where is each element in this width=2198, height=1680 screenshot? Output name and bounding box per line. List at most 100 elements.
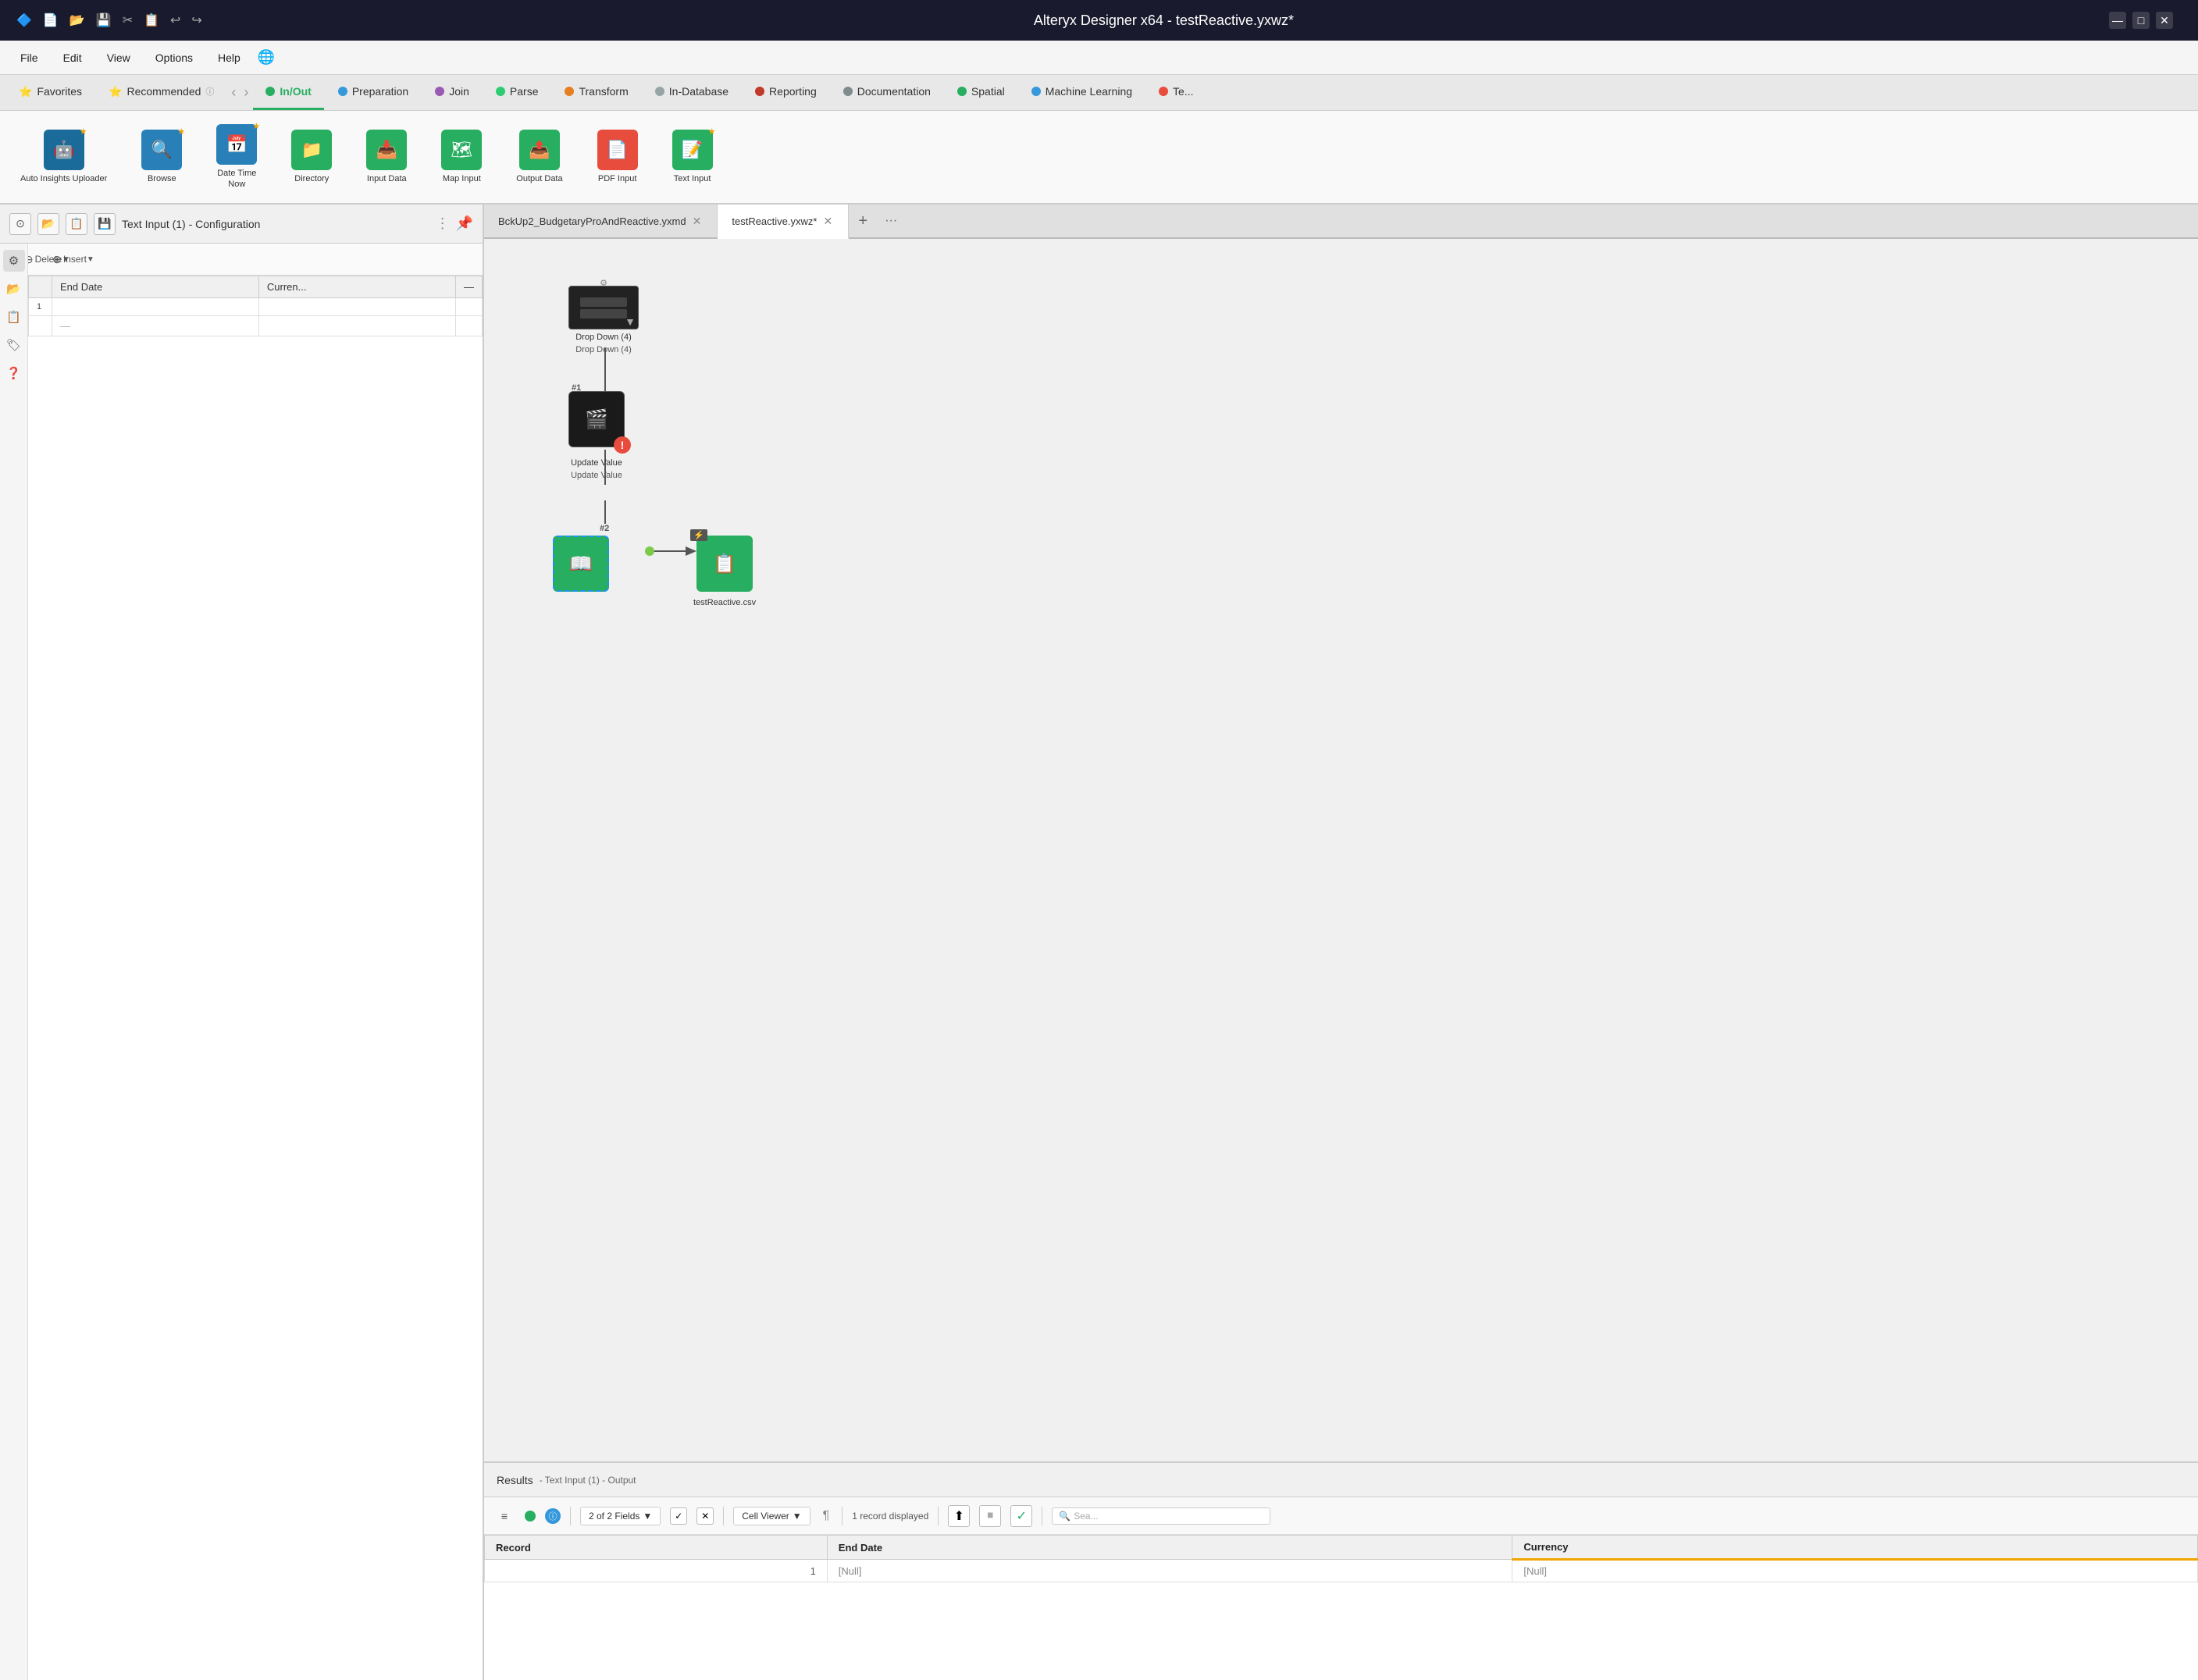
te-dot xyxy=(1159,87,1168,96)
tool-pdf-input[interactable]: 📄 PDF Input xyxy=(590,125,646,189)
map-input-icon: 🗺 xyxy=(441,130,482,170)
add-tab-btn[interactable]: + xyxy=(849,205,877,237)
tab-test-reactive[interactable]: testReactive.yxwz* ✕ xyxy=(718,205,849,239)
end-date-col-header[interactable]: End Date xyxy=(827,1536,1512,1560)
scroll-to-top-btn[interactable]: ⬆ xyxy=(948,1505,970,1527)
tab-recommended[interactable]: ⭐ Recommended ⓘ xyxy=(96,75,226,110)
tool-date-time-now[interactable]: 📅 ★ Date TimeNow xyxy=(208,119,265,195)
redo-icon[interactable]: ↪ xyxy=(187,11,205,30)
update-value-label-2: Update Value xyxy=(571,471,622,480)
config-save-btn[interactable]: 💾 xyxy=(94,213,116,235)
end-date-cell-1[interactable] xyxy=(52,298,259,316)
fields-dropdown-btn[interactable]: 2 of 2 Fields ▼ xyxy=(580,1507,661,1525)
text-input-node[interactable]: 📖 xyxy=(553,536,609,592)
results-list-icon[interactable]: ≡ xyxy=(493,1505,515,1527)
tab-in-out[interactable]: In/Out xyxy=(253,75,323,110)
new-file-icon[interactable]: 📄 xyxy=(39,11,62,30)
menu-help[interactable]: Help xyxy=(207,47,251,69)
tool-output-data[interactable]: 📤 Output Data xyxy=(508,125,570,189)
canvas-area[interactable]: ⚙ ▼ Drop Down (4) Drop Down (4) #1 xyxy=(484,239,2198,1461)
bckup2-close-btn[interactable]: ✕ xyxy=(691,213,704,230)
panel-pin-icon[interactable]: 📌 xyxy=(456,215,473,232)
end-date-header[interactable]: End Date xyxy=(52,276,259,298)
end-date-cell-2[interactable]: — xyxy=(52,316,259,336)
text-input-canvas-icon[interactable]: 📖 xyxy=(553,536,609,592)
menu-options[interactable]: Options xyxy=(144,47,204,69)
currency-cell-2[interactable] xyxy=(258,316,455,336)
text-input-label: Text Input xyxy=(674,173,711,184)
menu-edit[interactable]: Edit xyxy=(52,47,93,69)
search-label: Sea... xyxy=(1074,1511,1098,1522)
dropdown-node[interactable]: ⚙ ▼ Drop Down (4) Drop Down (4) xyxy=(568,286,639,354)
minimize-btn[interactable]: — xyxy=(2109,12,2126,29)
tab-documentation[interactable]: Documentation xyxy=(831,75,943,110)
close-btn[interactable]: ✕ xyxy=(2156,12,2173,29)
tool-input-data[interactable]: 📥 Input Data xyxy=(358,125,415,189)
currency-value-1[interactable]: [Null] xyxy=(1512,1560,2198,1582)
more-tabs-btn[interactable]: ··· xyxy=(877,205,905,237)
maximize-btn[interactable]: □ xyxy=(2132,12,2150,29)
save-icon[interactable]: 💾 xyxy=(92,11,116,30)
tab-join[interactable]: Join xyxy=(422,75,482,110)
tab-preparation[interactable]: Preparation xyxy=(326,75,421,110)
tab-te[interactable]: Te... xyxy=(1146,75,1206,110)
cell-viewer-btn[interactable]: Cell Viewer ▼ xyxy=(733,1507,810,1525)
record-col-header[interactable]: Record xyxy=(485,1536,828,1560)
tab-machine-learning[interactable]: Machine Learning xyxy=(1019,75,1145,110)
insert-dropdown-btn[interactable]: ⊕ Insert ▼ xyxy=(62,248,84,270)
record-cell-1: 1 xyxy=(485,1560,828,1582)
sidebar-folder-icon[interactable]: 📂 xyxy=(3,278,25,300)
sidebar-tag-icon[interactable]: 🏷 xyxy=(3,334,25,356)
currency-header[interactable]: Curren... xyxy=(258,276,455,298)
tab-favorites[interactable]: ⭐ Favorites xyxy=(6,75,94,110)
search-icon: 🔍 xyxy=(1059,1511,1071,1522)
results-divider-3 xyxy=(842,1507,843,1525)
config-copy-btn[interactable]: 📋 xyxy=(66,213,87,235)
tab-reporting[interactable]: Reporting xyxy=(743,75,829,110)
menu-file[interactable]: File xyxy=(9,47,49,69)
run-btn[interactable]: ✓ xyxy=(1010,1505,1032,1527)
ribbon-nav-left[interactable]: ‹ xyxy=(228,84,239,101)
tab-parse[interactable]: Parse xyxy=(483,75,551,110)
extra-header[interactable]: — xyxy=(456,276,483,298)
tool-directory[interactable]: 📁 Directory xyxy=(283,125,340,189)
currency-col-header[interactable]: Currency xyxy=(1512,1536,2198,1560)
cell-viewer-arrow: ▼ xyxy=(793,1511,802,1522)
globe-icon[interactable]: 🌐 xyxy=(255,46,278,69)
results-title: Results xyxy=(497,1474,533,1486)
config-settings-btn[interactable]: ⊙ xyxy=(9,213,31,235)
open-icon[interactable]: 📂 xyxy=(66,11,89,30)
tab-in-database[interactable]: In-Database xyxy=(643,75,741,110)
currency-cell-1[interactable] xyxy=(258,298,455,316)
end-date-value-1[interactable]: [Null] xyxy=(827,1560,1512,1582)
tool-auto-insights[interactable]: 🤖 ★ Auto Insights Uploader xyxy=(12,125,115,189)
dropdown-icon[interactable]: ▼ xyxy=(568,286,639,329)
config-open-btn[interactable]: 📂 xyxy=(37,213,59,235)
results-check-icon-1[interactable]: ✓ xyxy=(670,1507,687,1525)
output-canvas-icon[interactable]: 📋 xyxy=(696,536,753,592)
tab-spatial[interactable]: Spatial xyxy=(945,75,1017,110)
title-bar: 🔷 📄 📂 💾 ✂ 📋 ↩ ↪ Alteryx Designer x64 - t… xyxy=(0,0,2198,41)
join-dot xyxy=(435,87,444,96)
stop-btn[interactable]: ⏹ xyxy=(979,1505,1001,1527)
tool-browse[interactable]: 🔍 ★ Browse xyxy=(134,125,190,189)
undo-icon[interactable]: ↩ xyxy=(166,11,184,30)
tool-map-input[interactable]: 🗺 Map Input xyxy=(433,125,490,189)
test-reactive-close-btn[interactable]: ✕ xyxy=(821,213,834,230)
sidebar-clipboard-icon[interactable]: 📋 xyxy=(3,306,25,328)
copy-icon[interactable]: 📋 xyxy=(140,11,163,30)
tool-text-input[interactable]: 📝 ★ Text Input xyxy=(664,125,721,189)
cut-icon[interactable]: ✂ xyxy=(119,11,137,30)
ribbon-nav-right[interactable]: › xyxy=(240,84,251,101)
output-node[interactable]: ⚡ 📋 testReactive.csv xyxy=(693,536,756,607)
error-badge: ! xyxy=(614,436,631,454)
tab-bckup2[interactable]: BckUp2_BudgetaryProAndReactive.yxmd ✕ xyxy=(484,205,718,237)
tab-transform[interactable]: Transform xyxy=(552,75,640,110)
sidebar-help-icon[interactable]: ❓ xyxy=(3,362,25,384)
update-value-node[interactable]: #1 🎬 ! Update Value Update Value xyxy=(568,391,625,480)
sidebar-settings-icon[interactable]: ⚙ xyxy=(3,250,25,272)
results-x-icon[interactable]: ✕ xyxy=(696,1507,714,1525)
insert-arrow-icon: ▼ xyxy=(87,255,94,264)
panel-options-icon[interactable]: ⋮ xyxy=(436,215,450,232)
menu-view[interactable]: View xyxy=(96,47,141,69)
